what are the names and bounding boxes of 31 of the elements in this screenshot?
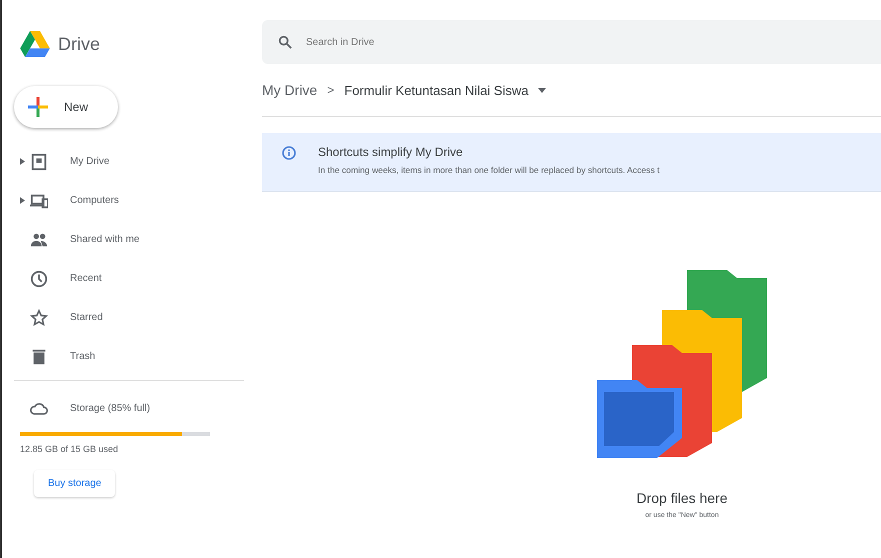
banner-title: Shortcuts simplify My Drive xyxy=(318,145,464,159)
buy-storage-button[interactable]: Buy storage xyxy=(34,470,116,497)
sidebar-item[interactable]: Trash xyxy=(70,351,96,362)
dropdown-icon[interactable] xyxy=(538,88,546,92)
app-name: Drive xyxy=(58,34,100,54)
search-icon xyxy=(278,35,292,49)
new-button[interactable]: New xyxy=(14,86,118,128)
info-icon xyxy=(282,146,296,160)
empty-title: Drop files here xyxy=(636,490,728,506)
caret-icon[interactable] xyxy=(20,197,24,204)
sidebar-item[interactable]: My Drive xyxy=(70,156,110,167)
computer-icon xyxy=(30,192,48,210)
banner-text: In the coming weeks, items in more than one folder will be replaced by shortcuts. Access t xyxy=(318,165,660,175)
folder-title[interactable]: Formulir Ketuntasan Nilai Siswa xyxy=(344,82,528,98)
storage-usage: 12.85 GB of 15 GB used xyxy=(20,444,120,454)
people-icon xyxy=(30,230,48,248)
breadcrumb-link[interactable]: My Drive xyxy=(262,82,318,98)
breadcrumb-separator: > xyxy=(327,83,334,97)
storage-label: Storage (85% full) xyxy=(70,403,150,414)
sidebar-item[interactable]: Computers xyxy=(70,195,119,206)
sidebar-item[interactable]: Shared with me xyxy=(70,234,140,245)
sidebar-item[interactable]: Recent xyxy=(70,273,102,284)
star-icon xyxy=(30,308,48,326)
sidebar-item[interactable]: Starred xyxy=(70,312,103,323)
drive-icon xyxy=(30,152,48,170)
drive-logo-icon xyxy=(20,31,50,57)
caret-icon[interactable] xyxy=(20,158,24,165)
trash-icon xyxy=(30,348,48,366)
plus-icon xyxy=(28,97,48,117)
search-field[interactable]: Search in Drive xyxy=(262,20,881,64)
clock-icon xyxy=(30,270,48,288)
